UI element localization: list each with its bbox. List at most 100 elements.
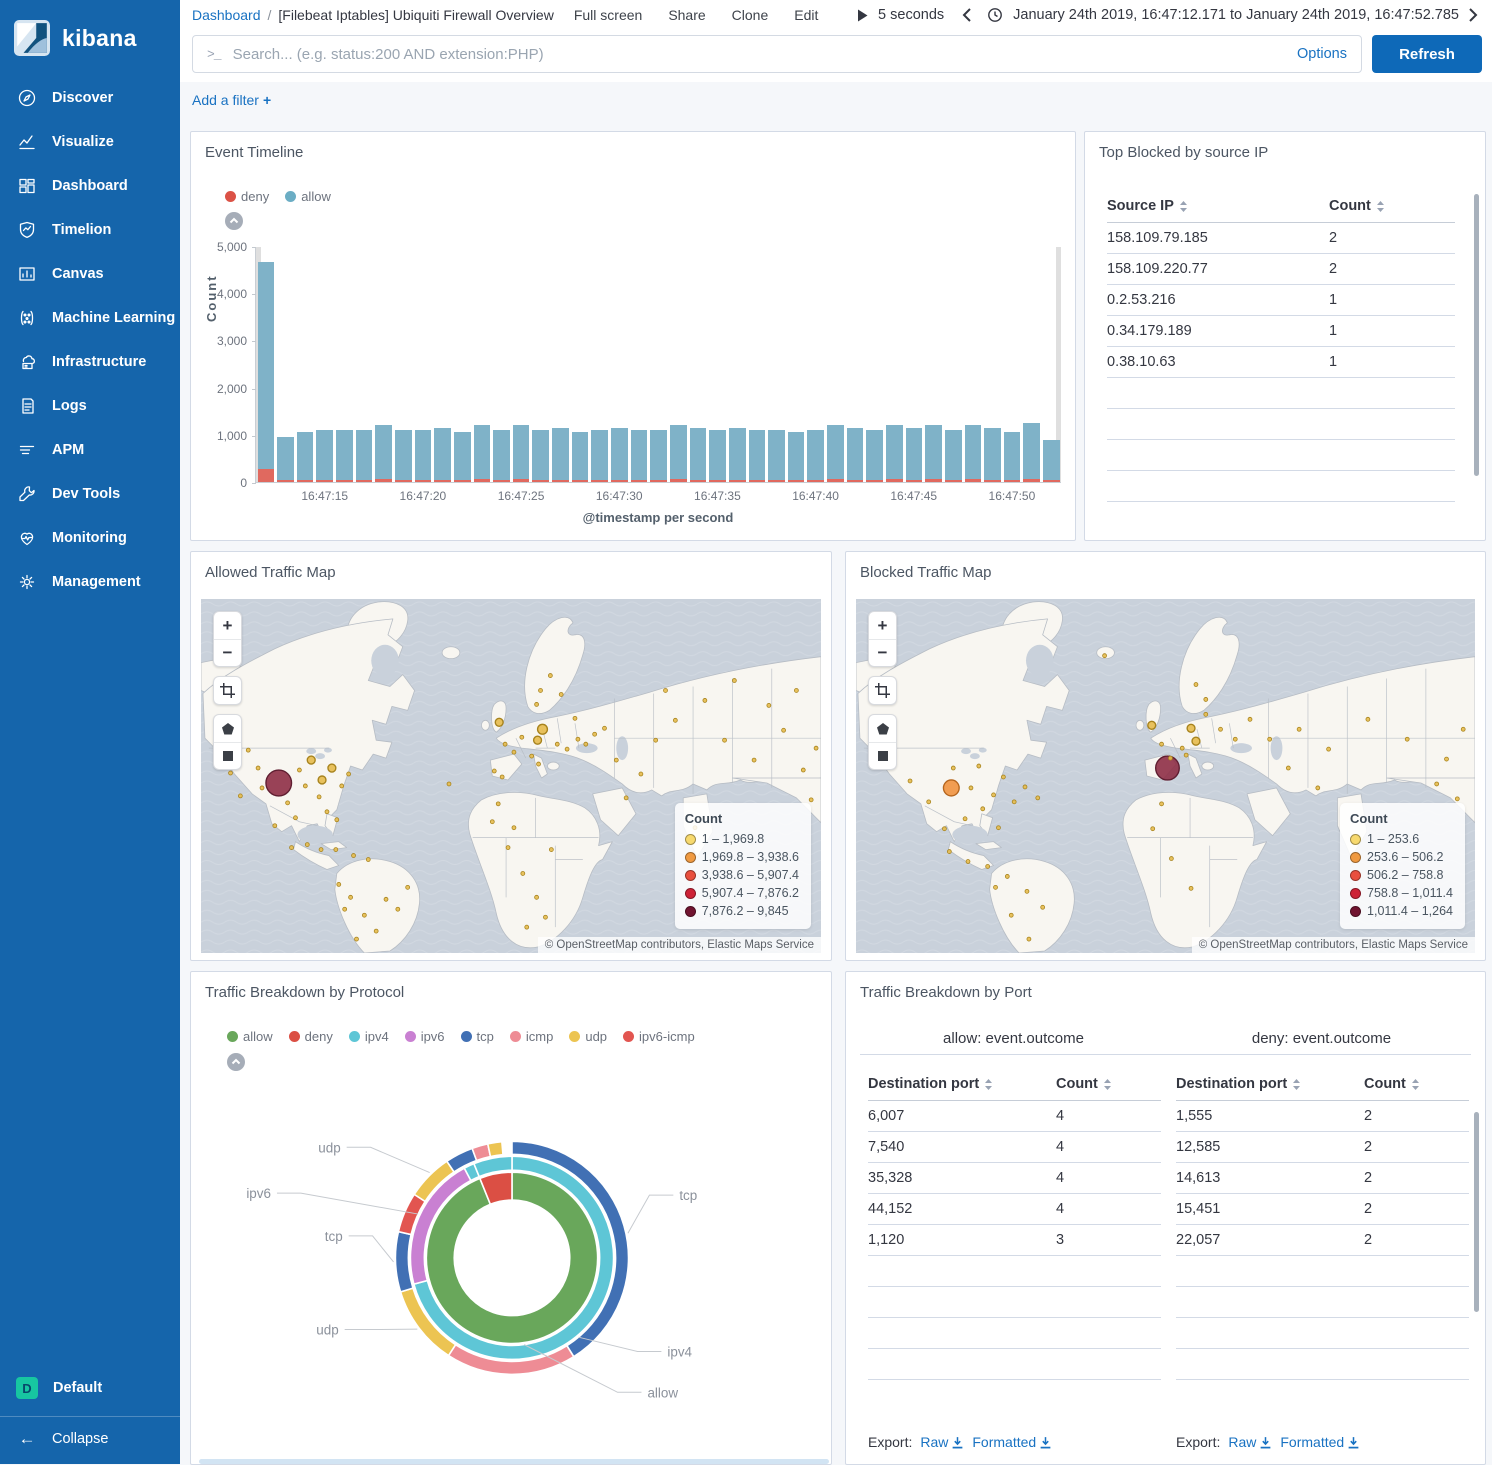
zoom-out-button[interactable]: − xyxy=(869,639,896,666)
map-point[interactable] xyxy=(535,895,539,899)
map-point[interactable] xyxy=(384,897,388,901)
map-point[interactable] xyxy=(520,735,524,739)
timeline-bar[interactable] xyxy=(670,247,687,482)
zoom-in-button[interactable]: + xyxy=(869,612,896,639)
map-point[interactable] xyxy=(303,784,307,788)
fit-bounds-button[interactable] xyxy=(214,677,241,704)
map-point[interactable] xyxy=(366,858,370,862)
table-row[interactable]: 14,6132 xyxy=(1176,1163,1469,1194)
map-point[interactable] xyxy=(447,782,451,786)
map-point[interactable] xyxy=(549,848,553,852)
timeline-bar[interactable] xyxy=(906,247,923,482)
map-point[interactable] xyxy=(1248,717,1252,721)
map-point[interactable] xyxy=(951,766,955,770)
map-point[interactable] xyxy=(347,772,351,776)
map-point[interactable] xyxy=(664,688,668,692)
sidebar-item-visualize[interactable]: Visualize xyxy=(0,120,180,164)
map-point[interactable] xyxy=(1009,913,1013,917)
map-point[interactable] xyxy=(238,794,242,798)
map-point[interactable] xyxy=(1180,746,1184,750)
map-point[interactable] xyxy=(512,826,516,830)
map-point[interactable] xyxy=(1025,889,1029,893)
time-range[interactable]: January 24th 2019, 16:47:12.171 to Janua… xyxy=(1013,7,1459,23)
map-point[interactable] xyxy=(319,848,323,852)
timeline-bar[interactable] xyxy=(807,247,824,482)
map-point[interactable] xyxy=(1445,757,1449,761)
map-point[interactable] xyxy=(534,736,542,744)
map-point[interactable] xyxy=(1148,721,1156,729)
map-point[interactable] xyxy=(506,846,510,850)
map-point[interactable] xyxy=(1005,874,1009,878)
map-point[interactable] xyxy=(654,738,658,742)
map-point[interactable] xyxy=(530,754,534,758)
map-point[interactable] xyxy=(1435,782,1439,786)
sidebar-item-apm[interactable]: APM xyxy=(0,428,180,472)
map-point[interactable] xyxy=(396,907,400,911)
map-point[interactable] xyxy=(1001,775,1005,779)
map-point[interactable] xyxy=(495,718,503,726)
map-point[interactable] xyxy=(260,786,264,790)
sidebar-item-timelion[interactable]: Timelion xyxy=(0,208,180,252)
map-point[interactable] xyxy=(559,692,563,696)
map-point[interactable] xyxy=(565,747,569,751)
map-point[interactable] xyxy=(1160,742,1164,746)
timeline-bar[interactable] xyxy=(749,247,766,482)
map-point[interactable] xyxy=(1156,756,1180,780)
table-row[interactable]: 7,5404 xyxy=(868,1132,1161,1163)
table-row[interactable]: 22,0572 xyxy=(1176,1225,1469,1256)
map-point[interactable] xyxy=(492,769,496,773)
map-point[interactable] xyxy=(1169,857,1173,861)
map-point[interactable] xyxy=(335,818,339,822)
map-point[interactable] xyxy=(374,929,378,933)
map-point[interactable] xyxy=(986,865,990,869)
sidebar-item-discover[interactable]: Discover xyxy=(0,76,180,120)
map-point[interactable] xyxy=(538,724,548,734)
map-point[interactable] xyxy=(535,702,539,706)
map-point[interactable] xyxy=(334,848,338,852)
map-point[interactable] xyxy=(1151,827,1155,831)
map-point[interactable] xyxy=(814,746,818,750)
kibana-logo[interactable]: kibana xyxy=(0,0,180,76)
sidebar-item-dev-tools[interactable]: Dev Tools xyxy=(0,472,180,516)
timeline-bar[interactable] xyxy=(768,247,785,482)
sunburst-segment-udp[interactable] xyxy=(488,1142,503,1157)
map-point[interactable] xyxy=(943,780,959,796)
fit-bounds-button[interactable] xyxy=(869,677,896,704)
map-point[interactable] xyxy=(1103,654,1107,658)
map-point[interactable] xyxy=(573,716,577,720)
map-point[interactable] xyxy=(537,762,541,766)
timeline-bar[interactable] xyxy=(297,247,314,482)
map-point[interactable] xyxy=(340,784,344,788)
map-point[interactable] xyxy=(512,750,516,754)
column-header-count[interactable]: Count xyxy=(1364,1076,1420,1092)
map-point[interactable] xyxy=(1194,683,1198,687)
sidebar-item-infrastructure[interactable]: Infrastructure xyxy=(0,340,180,384)
legend-item-allow[interactable]: allow xyxy=(285,189,331,204)
map-point[interactable] xyxy=(548,674,552,678)
map-point[interactable] xyxy=(229,771,233,775)
timeline-bar[interactable] xyxy=(788,247,805,482)
breadcrumb-dashboard[interactable]: Dashboard xyxy=(192,7,261,23)
table-row[interactable]: 158.109.79.1852 xyxy=(1107,223,1455,254)
timeline-bar[interactable] xyxy=(827,247,844,482)
map-point[interactable] xyxy=(794,688,798,692)
share-button[interactable]: Share xyxy=(668,7,705,23)
play-icon[interactable] xyxy=(857,9,868,22)
map-point[interactable] xyxy=(543,915,547,919)
map-point[interactable] xyxy=(576,737,580,741)
map-point[interactable] xyxy=(992,793,996,797)
map-point[interactable] xyxy=(525,925,529,929)
map-point[interactable] xyxy=(966,860,970,864)
rectangle-filter-button[interactable] xyxy=(214,742,241,769)
map-point[interactable] xyxy=(1041,905,1045,909)
map-point[interactable] xyxy=(603,726,607,730)
map-point[interactable] xyxy=(1327,747,1331,751)
map-point[interactable] xyxy=(767,703,771,707)
map-point[interactable] xyxy=(294,816,298,820)
table-row[interactable]: 6,0074 xyxy=(868,1101,1161,1132)
map-point[interactable] xyxy=(328,764,336,772)
map-point[interactable] xyxy=(317,795,321,799)
blocked-traffic-map[interactable]: + − Count 1 – 253.6 xyxy=(856,599,1475,953)
rectangle-filter-button[interactable] xyxy=(869,742,896,769)
map-point[interactable] xyxy=(1160,802,1164,806)
